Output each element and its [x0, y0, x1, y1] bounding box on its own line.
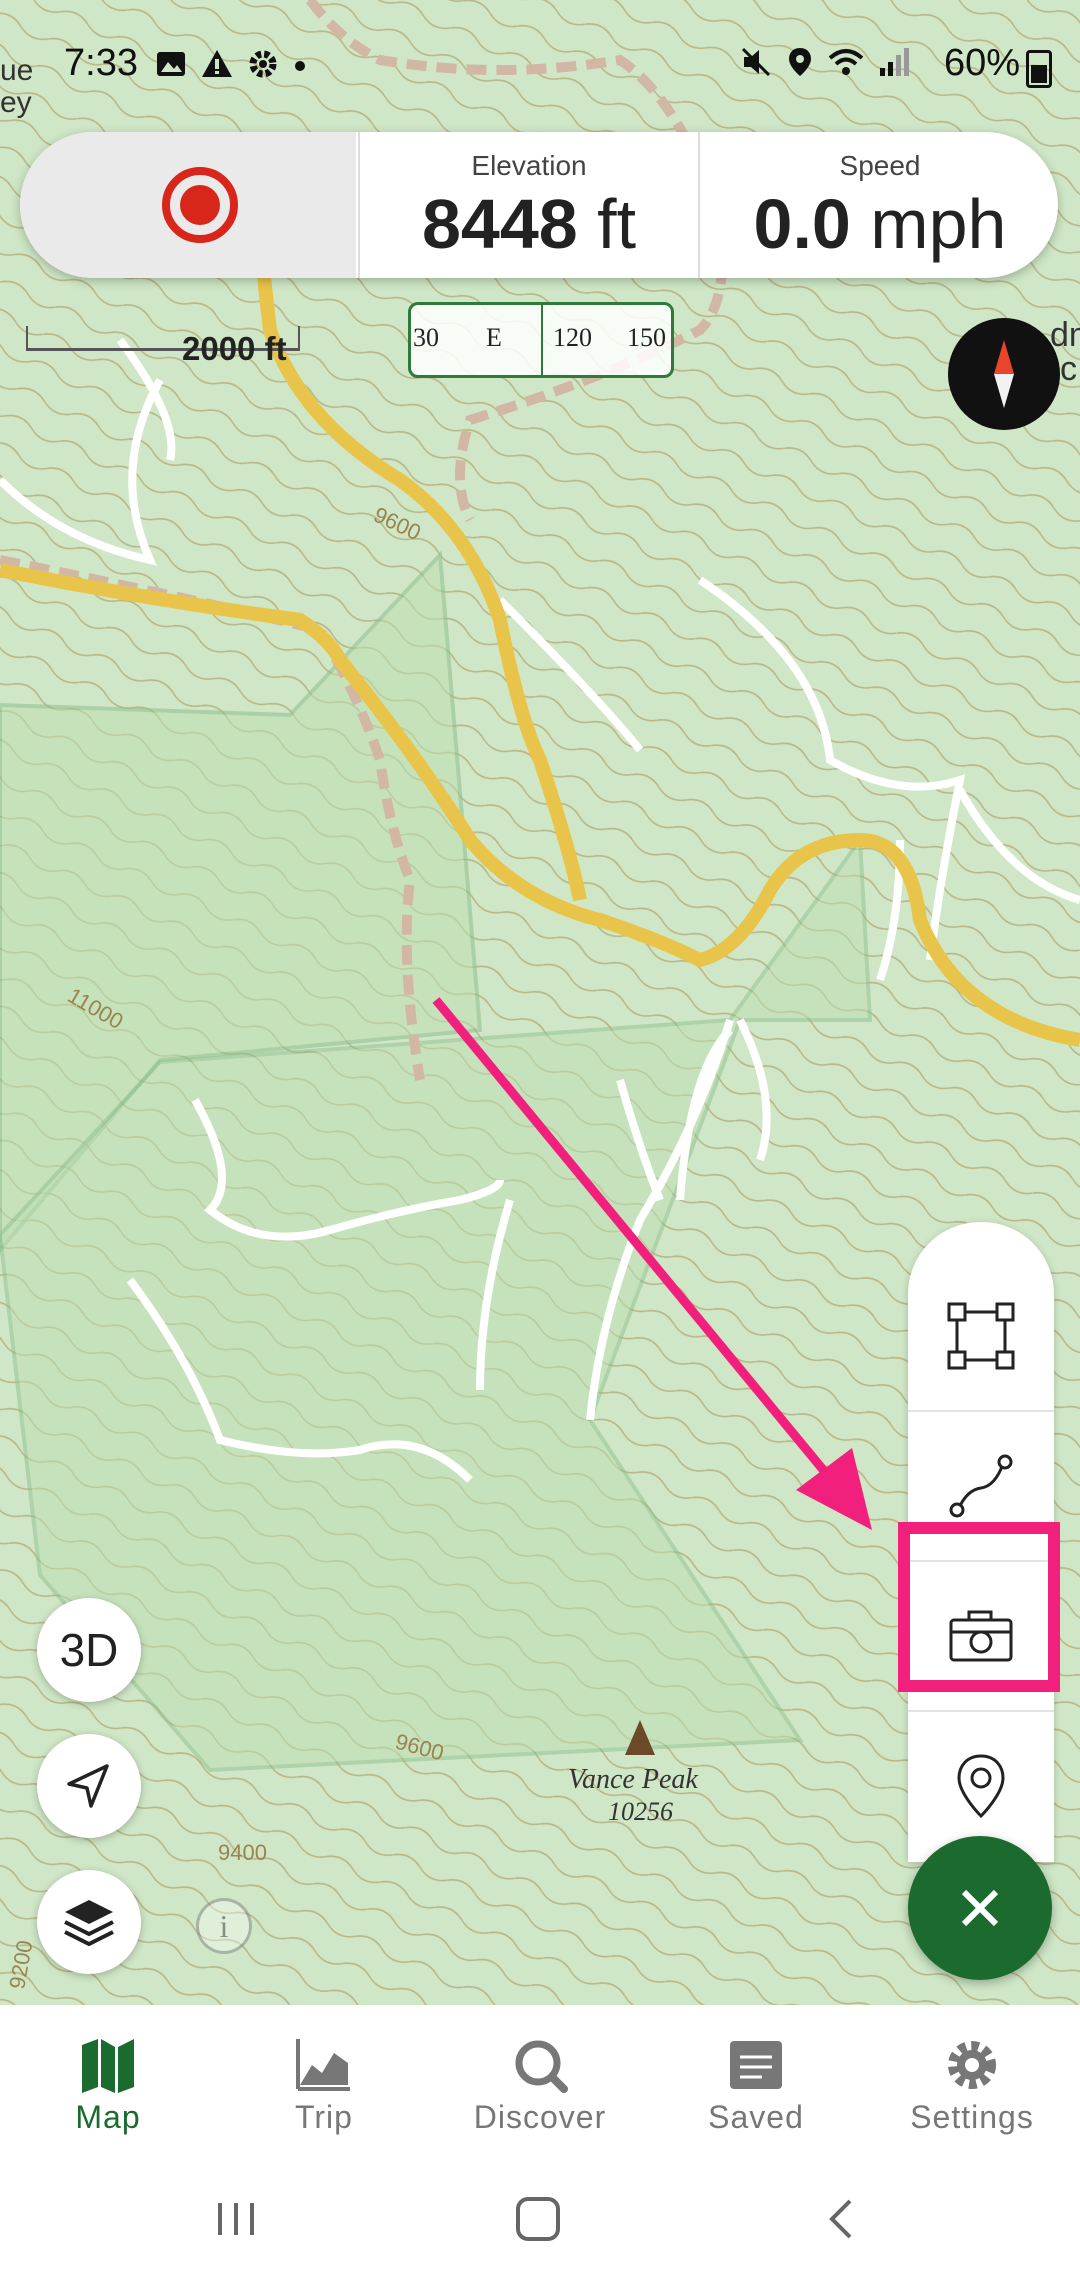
close-icon	[961, 1889, 999, 1927]
heading-direction: E	[486, 323, 502, 352]
tab-label: Discover	[473, 2099, 607, 2135]
edge-label: c	[1060, 350, 1077, 388]
elevation-value-row: 8448 ft	[360, 184, 698, 264]
elevation-label: Elevation	[471, 150, 587, 181]
warning-icon	[202, 50, 232, 77]
tab-label: Saved	[708, 2099, 804, 2135]
3d-toggle-button[interactable]: 3D	[37, 1598, 141, 1702]
heading-strip: 30 E 120 150	[408, 302, 674, 378]
battery-icon	[1026, 50, 1052, 88]
locate-me-button[interactable]	[37, 1734, 141, 1838]
gear-icon	[249, 50, 277, 78]
route-icon	[949, 1454, 1013, 1518]
chart-icon	[296, 2039, 350, 2091]
speed-value: 0.0	[753, 185, 851, 263]
recent-apps-icon[interactable]	[212, 2199, 260, 2239]
tab-label: Trip	[295, 2099, 353, 2135]
compass-icon	[994, 340, 1014, 408]
elevation-value: 8448	[421, 185, 578, 263]
system-nav-bar	[0, 2155, 1080, 2280]
back-icon[interactable]	[822, 2197, 862, 2241]
peak-elevation: 10256	[608, 1797, 673, 1826]
stats-panel: Elevation 8448 ft Speed 0.0 mph	[20, 132, 1058, 278]
location-icon	[789, 48, 811, 76]
close-tools-button[interactable]	[908, 1836, 1052, 1980]
polygon-area-icon	[947, 1302, 1015, 1370]
3d-label: 3D	[59, 1624, 119, 1676]
speed-value-row: 0.0 mph	[700, 184, 1058, 264]
map-pin-icon	[957, 1754, 1005, 1819]
tab-saved[interactable]: Saved	[648, 2005, 864, 2155]
status-left-icons	[155, 48, 307, 80]
area-tool-button[interactable]	[908, 1262, 1054, 1412]
elevation-stat[interactable]: Elevation 8448 ft	[358, 132, 698, 278]
tab-label: Settings	[910, 2099, 1034, 2135]
navigation-arrow-icon	[67, 1764, 109, 1808]
heading-tick-mid: 120	[553, 323, 592, 352]
scale-label: 2000 ft	[182, 330, 287, 367]
tab-trip[interactable]: Trip	[216, 2005, 432, 2155]
image-icon	[157, 52, 185, 76]
wifi-icon	[828, 49, 864, 75]
record-button[interactable]	[162, 167, 238, 243]
peak-name: Vance Peak	[568, 1764, 698, 1795]
search-icon	[515, 2040, 568, 2093]
layers-button[interactable]	[37, 1870, 141, 1974]
mute-icon	[741, 47, 771, 77]
status-bar: 7:33 60%	[0, 0, 1080, 130]
status-right-icons	[740, 46, 910, 78]
battery-percent: 60%	[943, 42, 1020, 84]
dot-icon	[295, 61, 305, 71]
record-cell[interactable]	[20, 132, 356, 278]
signal-icon	[880, 48, 909, 76]
speed-label: Speed	[839, 150, 921, 181]
elevation-unit: ft	[597, 185, 637, 263]
compass-button[interactable]	[948, 318, 1060, 430]
heading-needle	[541, 305, 543, 375]
contour-label: 9400	[218, 1840, 267, 1865]
home-icon[interactable]	[514, 2197, 562, 2241]
tab-settings[interactable]: Settings	[864, 2005, 1080, 2155]
layers-icon	[64, 1900, 114, 1947]
map-icon	[82, 2039, 134, 2093]
heading-tick-right: 150	[627, 323, 666, 352]
photo-tool-highlight	[898, 1522, 1060, 1692]
heading-tick-left: 30	[413, 323, 439, 352]
tab-map[interactable]: Map	[0, 2005, 216, 2155]
bottom-tab-bar: Map Trip Discover Saved Settings	[0, 2005, 1080, 2155]
speed-unit: mph	[870, 185, 1007, 263]
speed-stat[interactable]: Speed 0.0 mph	[698, 132, 1058, 278]
map-info-button[interactable]: i	[196, 1898, 252, 1954]
status-time: 7:33	[64, 42, 138, 84]
tab-label: Map	[75, 2099, 141, 2135]
folder-icon	[730, 2041, 782, 2089]
tab-discover[interactable]: Discover	[432, 2005, 648, 2155]
gear-icon	[948, 2041, 996, 2089]
